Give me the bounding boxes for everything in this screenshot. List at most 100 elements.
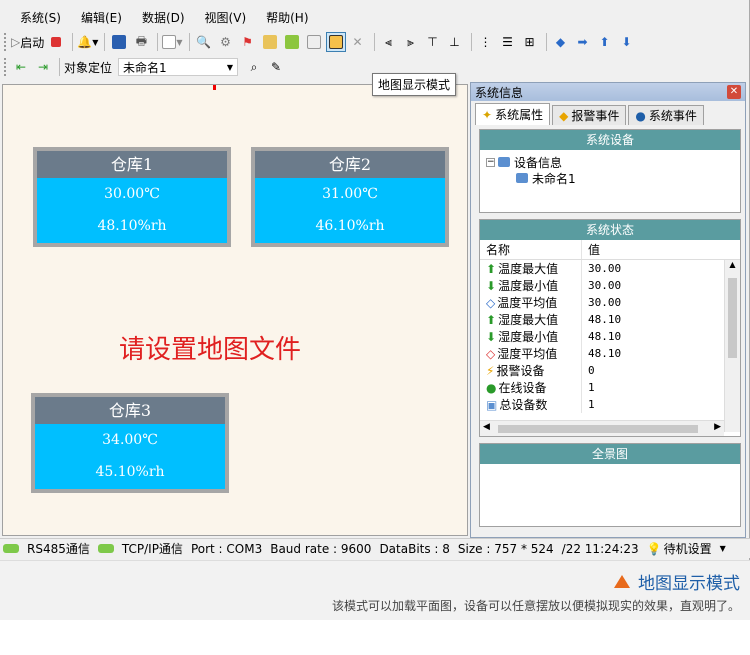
first-button[interactable]: ⇤ bbox=[11, 57, 31, 77]
arrow-down-icon: ⬇ bbox=[621, 35, 632, 49]
align-bottom-button[interactable]: ⊥ bbox=[445, 32, 465, 52]
add-device-button[interactable] bbox=[282, 32, 302, 52]
stop-button[interactable] bbox=[46, 32, 66, 52]
edit-button[interactable]: ✎ bbox=[266, 57, 286, 77]
menu-system[interactable]: 系统(S) bbox=[10, 6, 71, 28]
gear-icon: ⚙ bbox=[220, 35, 231, 49]
distribute-h-icon: ⋮ bbox=[479, 35, 492, 49]
flag-button[interactable]: ⚑ bbox=[238, 32, 258, 52]
save-button[interactable] bbox=[109, 32, 129, 52]
locate-select[interactable]: 未命名1 ▼ bbox=[118, 58, 239, 76]
table-row: ◇ 温度平均值 30.00 bbox=[480, 294, 740, 311]
warehouse-card[interactable]: 仓库2 31.00℃ 46.10%rh bbox=[251, 147, 449, 247]
table-row: ⬇ 温度最小值 30.00 bbox=[480, 277, 740, 294]
align-top-icon: ⊤ bbox=[427, 35, 438, 49]
locate-label: 对象定位 bbox=[64, 60, 113, 75]
align-left-button[interactable]: ⫷ bbox=[379, 32, 399, 52]
warehouse-card[interactable]: 仓库1 30.00℃ 48.10%rh bbox=[33, 147, 231, 247]
page-button[interactable]: ▼ bbox=[162, 32, 183, 52]
tree-child[interactable]: 未命名1 bbox=[486, 170, 734, 186]
table-row: ● 在线设备 1 bbox=[480, 379, 740, 396]
start-button[interactable]: ▷ 启动 bbox=[11, 32, 44, 52]
menu-edit[interactable]: 编辑(E) bbox=[71, 6, 132, 28]
move-down-button[interactable]: ⬇ bbox=[617, 32, 637, 52]
average-icon: ◇ bbox=[486, 295, 496, 310]
menu-data[interactable]: 数据(D) bbox=[132, 6, 195, 28]
warehouse-card[interactable]: 仓库3 34.00℃ 45.10%rh bbox=[31, 393, 229, 493]
map-hint: 请设置地图文件 bbox=[119, 335, 302, 365]
caption-title: 地图显示模式 bbox=[614, 569, 740, 594]
table-row: ⬆ 湿度最大值 48.10 bbox=[480, 311, 740, 328]
standby-settings[interactable]: 待机设置 bbox=[664, 540, 712, 557]
tcp-status: TCP/IP通信 bbox=[121, 542, 183, 556]
tab-system-events[interactable]: ● 系统事件 bbox=[628, 105, 704, 125]
align-right-button[interactable]: ⫸ bbox=[401, 32, 421, 52]
list-button[interactable] bbox=[304, 32, 324, 52]
row-name: 湿度最小值 bbox=[498, 330, 559, 344]
warehouse-readings: 30.00℃ 48.10%rh bbox=[37, 178, 227, 243]
tab-system-properties[interactable]: ✦ 系统属性 bbox=[475, 103, 551, 125]
toolbar-separator bbox=[72, 33, 74, 51]
info-icon: ● bbox=[635, 108, 646, 123]
baud-status: Baud rate : 9600 bbox=[270, 541, 372, 556]
search-button[interactable]: 🔍 bbox=[194, 32, 214, 52]
horizontal-scrollbar[interactable]: ◀ ▶ bbox=[480, 420, 724, 436]
table-row: ⬆ 温度最大值 30.00 bbox=[480, 260, 740, 277]
first-icon: ⇤ bbox=[15, 60, 27, 74]
align-top-button[interactable]: ⊤ bbox=[423, 32, 443, 52]
arrow-down-icon: ⬇ bbox=[486, 278, 497, 293]
align-right-icon: ⫸ bbox=[407, 34, 414, 49]
map-mode-button[interactable] bbox=[325, 32, 346, 52]
table-row: ⬇ 湿度最小值 48.10 bbox=[480, 328, 740, 345]
device-tree: − 设备信息 未命名1 bbox=[480, 150, 740, 190]
warehouse-name: 仓库1 bbox=[37, 151, 227, 178]
row-value: 48.10 bbox=[588, 313, 622, 326]
map-canvas[interactable]: 仓库1 30.00℃ 48.10%rh 仓库2 31.00℃ 46.10%rh … bbox=[2, 84, 468, 536]
vertical-scrollbar[interactable]: ▲ bbox=[724, 260, 740, 432]
play-icon: ▷ bbox=[11, 35, 21, 49]
online-icon: ● bbox=[486, 380, 497, 395]
average-icon: ◇ bbox=[486, 346, 496, 361]
find-button[interactable]: ⌕ bbox=[244, 57, 264, 77]
last-button[interactable]: ⇥ bbox=[33, 57, 53, 77]
size-status: Size : 757 * 524 bbox=[457, 541, 554, 556]
tag-button[interactable] bbox=[260, 32, 280, 52]
move-up-button[interactable]: ⬆ bbox=[595, 32, 615, 52]
tab-label: 报警事件 bbox=[571, 109, 620, 123]
group-button[interactable]: ⊞ bbox=[520, 32, 540, 52]
chevron-left-icon: ◀ bbox=[483, 422, 490, 432]
scroll-thumb[interactable] bbox=[498, 425, 698, 433]
warehouse-readings: 34.00℃ 45.10%rh bbox=[35, 424, 225, 489]
tab-label: 系统事件 bbox=[648, 109, 697, 123]
chevron-right-icon: ▶ bbox=[714, 422, 721, 432]
tab-alarm-events[interactable]: ◆ 报警事件 bbox=[552, 105, 627, 125]
add-device-icon bbox=[284, 35, 299, 49]
move-right-button[interactable]: ➡ bbox=[573, 32, 593, 52]
delete-button[interactable]: ✕ bbox=[348, 32, 368, 52]
alarm-button[interactable]: 🔔 ▼ bbox=[77, 32, 98, 52]
toolbar-separator bbox=[59, 58, 60, 76]
chevron-down-icon[interactable]: ▼ bbox=[720, 544, 726, 553]
tree-root[interactable]: − 设备信息 bbox=[486, 154, 734, 170]
align-left-icon: ⫷ bbox=[385, 34, 392, 49]
tag-icon bbox=[262, 35, 277, 49]
search-icon: 🔍 bbox=[196, 35, 211, 49]
print-button[interactable]: 🖶 bbox=[131, 32, 151, 52]
computer-icon bbox=[516, 173, 528, 183]
scroll-thumb[interactable] bbox=[728, 278, 737, 358]
settings-button[interactable]: ⚙ bbox=[216, 32, 236, 52]
page-icon bbox=[162, 35, 177, 49]
row-value: 1 bbox=[588, 381, 595, 394]
move-left-button[interactable]: ◆ bbox=[551, 32, 571, 52]
close-icon[interactable]: ✕ bbox=[727, 85, 741, 99]
distribute-v-button[interactable]: ☰ bbox=[498, 32, 518, 52]
menu-help[interactable]: 帮助(H) bbox=[256, 6, 318, 28]
status-bar: RS485通信 TCP/IP通信 Port : COM3 Baud rate :… bbox=[0, 538, 750, 558]
table-row: ◇ 湿度平均值 48.10 bbox=[480, 345, 740, 362]
row-value: 30.00 bbox=[588, 279, 622, 292]
menu-view[interactable]: 视图(V) bbox=[195, 6, 257, 28]
overview-section: 全景图 bbox=[479, 443, 741, 527]
app-window: 系统(S) 编辑(E) 数据(D) 视图(V) 帮助(H) ▷ 启动 🔔 ▼ 🖶 ▼… bbox=[0, 0, 750, 560]
distribute-h-button[interactable]: ⋮ bbox=[476, 32, 496, 52]
row-value: 48.10 bbox=[588, 347, 622, 360]
